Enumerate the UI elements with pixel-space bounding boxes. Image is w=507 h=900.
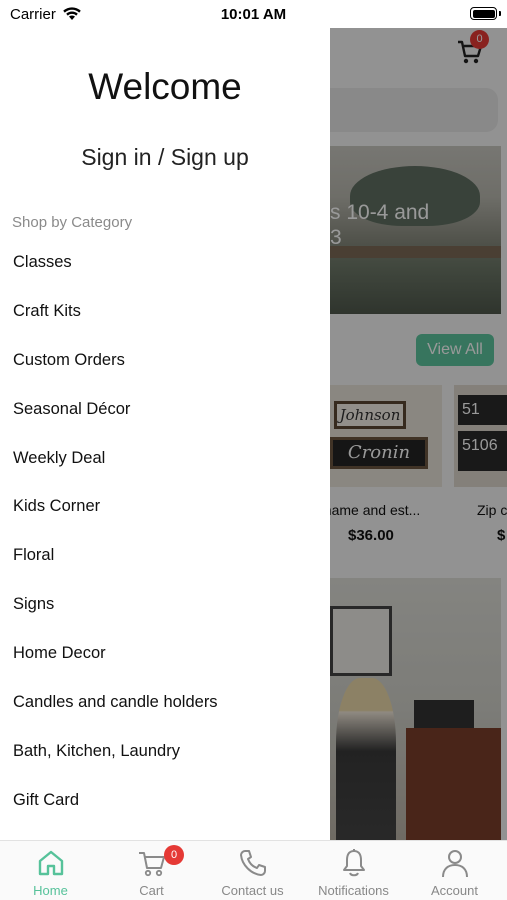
tab-contact-label: Contact us: [221, 883, 284, 898]
tab-home-label: Home: [33, 883, 68, 898]
cart-badge: 0: [164, 845, 184, 865]
category-item-home-decor[interactable]: Home Decor: [0, 628, 330, 677]
battery-icon: [470, 7, 497, 20]
category-item-classes[interactable]: Classes: [0, 237, 330, 286]
tab-contact-us[interactable]: Contact us: [202, 841, 303, 900]
tab-account-label: Account: [431, 883, 478, 898]
category-item-floral[interactable]: Floral: [0, 530, 330, 579]
side-drawer: Welcome Sign in / Sign up Shop by Catego…: [0, 28, 330, 840]
home-icon: [38, 850, 64, 876]
sign-in-link[interactable]: Sign in / Sign up: [0, 144, 330, 171]
category-item-candles[interactable]: Candles and candle holders: [0, 677, 330, 726]
category-item-seasonal-decor[interactable]: Seasonal Décor: [0, 384, 330, 433]
category-item-gift-card[interactable]: Gift Card: [0, 775, 330, 824]
category-item-craft-kits[interactable]: Craft Kits: [0, 286, 330, 335]
category-item-weekly-deal[interactable]: Weekly Deal: [0, 433, 330, 482]
tab-home[interactable]: Home: [0, 841, 101, 900]
cart-icon: [139, 852, 165, 877]
category-header: Shop by Category: [12, 214, 133, 231]
welcome-heading: Welcome: [88, 66, 242, 107]
bell-icon: [343, 849, 365, 877]
tab-notifications-label: Notifications: [318, 883, 389, 898]
category-item-custom-orders[interactable]: Custom Orders: [0, 335, 330, 384]
category-list: Classes Craft Kits Custom Orders Seasona…: [0, 237, 330, 824]
tab-cart[interactable]: 0 Cart: [101, 841, 202, 900]
tab-cart-label: Cart: [139, 883, 164, 898]
status-bar: Carrier 10:01 AM: [0, 0, 507, 28]
tab-account[interactable]: Account: [404, 841, 505, 900]
tab-notifications[interactable]: Notifications: [303, 841, 404, 900]
person-icon: [442, 850, 468, 878]
category-item-bath-kitchen-laundry[interactable]: Bath, Kitchen, Laundry: [0, 726, 330, 775]
category-item-signs[interactable]: Signs: [0, 579, 330, 628]
phone-icon: [240, 850, 266, 876]
bottom-tab-bar: Home 0 Cart Contact us Notifications Acc…: [0, 840, 507, 900]
category-item-kids-corner[interactable]: Kids Corner: [0, 481, 330, 530]
clock-label: 10:01 AM: [220, 6, 287, 23]
